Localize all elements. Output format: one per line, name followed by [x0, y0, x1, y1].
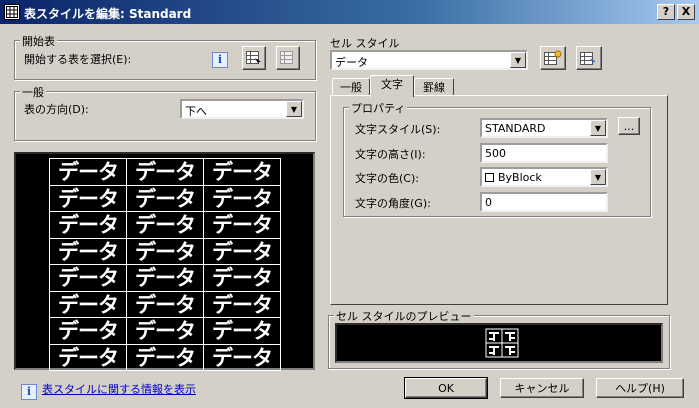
- starting-table-legend: 開始表: [20, 33, 57, 49]
- preview-cell: データ: [49, 317, 127, 345]
- text-style-value: STANDARD: [485, 122, 546, 135]
- text-style-dropdown[interactable]: STANDARD ▼: [480, 118, 608, 138]
- preview-cell: データ: [49, 290, 127, 318]
- select-table-button[interactable]: [242, 46, 266, 70]
- text-angle-value: 0: [485, 196, 492, 209]
- preview-cell: データ: [49, 264, 127, 292]
- preview-cell: データ: [203, 264, 281, 292]
- table-direction-label: 表の方向(D):: [24, 103, 89, 116]
- cell-style-legend: セル スタイル: [330, 37, 400, 50]
- tab-text[interactable]: 文字: [370, 75, 414, 97]
- table-direction-value: 下へ: [185, 105, 207, 118]
- preview-cell: データ: [49, 211, 127, 239]
- text-angle-input[interactable]: 0: [480, 192, 608, 212]
- new-cell-style-button[interactable]: [540, 46, 566, 70]
- preview-cell: データ: [126, 290, 204, 318]
- text-color-value-wrap: ByBlock: [485, 171, 542, 184]
- new-cell-style-icon: [544, 50, 562, 65]
- browse-text-style-button[interactable]: ...: [618, 117, 640, 135]
- manage-cell-styles-button[interactable]: [576, 46, 602, 70]
- color-swatch-icon: [485, 173, 494, 182]
- text-height-input[interactable]: 500: [480, 143, 608, 163]
- preview-cell: データ: [49, 237, 127, 265]
- preview-cell: データ: [126, 264, 204, 292]
- preview-cell: データ: [203, 158, 281, 186]
- window-title: 表スタイルを編集: Standard: [24, 7, 192, 21]
- preview-cell: データ: [203, 184, 281, 212]
- preview-cell: データ: [126, 211, 204, 239]
- preview-cell: データ: [126, 317, 204, 345]
- text-height-value: 500: [485, 147, 506, 160]
- cell-style-preview: [335, 323, 663, 363]
- properties-legend: プロパティ: [349, 100, 408, 116]
- cell-style-dropdown[interactable]: データ ▼: [330, 50, 528, 70]
- text-height-label: 文字の高さ(I):: [355, 148, 426, 161]
- preview-cell: データ: [126, 343, 204, 371]
- info-link-icon: i: [21, 384, 37, 400]
- preview-cell: データ: [203, 290, 281, 318]
- table-preview: データ データ データ データ データ データ データ データ データ データ データ データ データデ…: [14, 152, 315, 371]
- text-color-value: ByBlock: [498, 171, 542, 184]
- remove-table-button[interactable]: [276, 46, 300, 70]
- general-legend: 一般: [20, 84, 46, 100]
- info-link[interactable]: 表スタイルに関する情報を表示: [42, 381, 196, 397]
- preview-cell: データ: [49, 184, 127, 212]
- cell-style-preview-legend: セル スタイルのプレビュー: [334, 308, 474, 324]
- preview-cell: データ: [126, 184, 204, 212]
- text-color-label: 文字の色(C):: [355, 172, 419, 185]
- cell-style-value: データ: [335, 56, 368, 69]
- remove-table-icon: [280, 51, 293, 64]
- preview-cell: データ: [203, 343, 281, 371]
- help-title-button[interactable]: ?: [657, 4, 675, 20]
- preview-cell: データ: [126, 158, 204, 186]
- chevron-down-icon: ▼: [590, 169, 606, 185]
- preview-cell: データ: [203, 317, 281, 345]
- help-button[interactable]: ヘルプ(H): [596, 378, 684, 398]
- table-style-icon: [4, 4, 20, 20]
- cell-preview-sample-icon: [485, 328, 519, 358]
- table-direction-dropdown[interactable]: 下へ ▼: [180, 99, 304, 119]
- text-color-dropdown[interactable]: ByBlock ▼: [480, 167, 608, 187]
- cancel-button[interactable]: キャンセル: [500, 378, 584, 398]
- preview-cell: データ: [126, 237, 204, 265]
- ok-button[interactable]: OK: [404, 377, 488, 399]
- text-style-label: 文字スタイル(S):: [355, 123, 441, 136]
- chevron-down-icon: ▼: [510, 52, 526, 68]
- select-starting-table-label: 開始する表を選択(E):: [24, 53, 132, 66]
- preview-cell: データ: [49, 343, 127, 371]
- tab-general[interactable]: 一般: [332, 78, 370, 96]
- select-table-icon: [246, 51, 261, 65]
- chevron-down-icon: ▼: [286, 101, 302, 117]
- preview-cell: データ: [49, 158, 127, 186]
- title-bar: 表スタイルを編集: Standard ? X: [0, 0, 699, 24]
- info-icon: i: [212, 52, 228, 68]
- manage-cell-styles-icon: [580, 52, 596, 65]
- tab-borders[interactable]: 罫線: [414, 78, 454, 96]
- chevron-down-icon: ▼: [590, 120, 606, 136]
- preview-cell: データ: [203, 211, 281, 239]
- text-angle-label: 文字の角度(G):: [355, 197, 431, 210]
- close-button[interactable]: X: [677, 4, 695, 20]
- preview-cell: データ: [203, 237, 281, 265]
